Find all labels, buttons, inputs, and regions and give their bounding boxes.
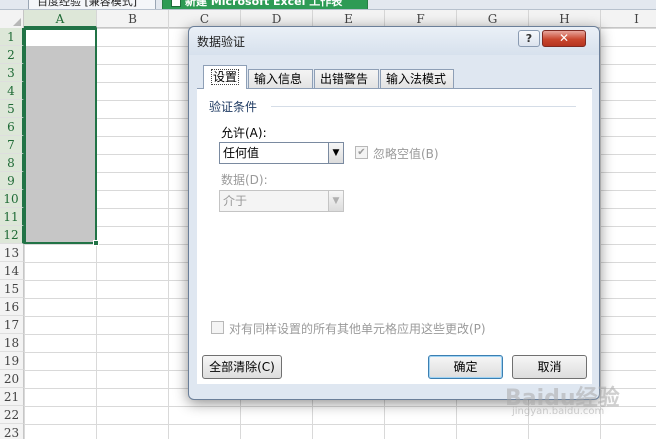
section-divider bbox=[271, 106, 576, 107]
apply-all-label: 对有同样设置的所有其他单元格应用这些更改(P) bbox=[229, 322, 486, 336]
ok-button[interactable]: 确定 bbox=[428, 355, 503, 379]
window-tab-baidu[interactable]: 百度经验 [兼容模式] bbox=[28, 0, 156, 9]
row-header[interactable]: 18 bbox=[0, 334, 24, 352]
row-header[interactable]: 23 bbox=[0, 424, 24, 439]
window-tab-label: 新建 Microsoft Excel 工作表 bbox=[185, 0, 343, 8]
row-header[interactable]: 10 bbox=[0, 190, 24, 208]
tab-label: 出错警告 bbox=[320, 72, 369, 86]
data-dropdown-value: 介于 bbox=[223, 194, 248, 208]
cell-selection-range[interactable] bbox=[24, 28, 97, 244]
tab-error-alert[interactable]: 出错警告 bbox=[314, 69, 379, 89]
close-button[interactable]: ✕ bbox=[542, 30, 586, 47]
row-header[interactable]: 14 bbox=[0, 262, 24, 280]
window-tab-label: 百度经验 [兼容模式] bbox=[37, 0, 138, 8]
help-button[interactable]: ? bbox=[518, 30, 540, 47]
ignore-blank-checkbox[interactable]: ✔ bbox=[355, 146, 368, 159]
tab-settings[interactable]: 设置 bbox=[203, 65, 247, 89]
row-header[interactable]: 17 bbox=[0, 316, 24, 334]
column-header-a[interactable]: A bbox=[24, 10, 97, 28]
window-tab-strip: 百度经验 [兼容模式] 新建 Microsoft Excel 工作表 bbox=[0, 0, 656, 10]
active-cell[interactable] bbox=[26, 30, 95, 46]
tab-input-message[interactable]: 输入信息 bbox=[248, 69, 313, 89]
row-header[interactable]: 13 bbox=[0, 244, 24, 262]
allow-dropdown-value: 任何值 bbox=[223, 146, 260, 160]
data-label: 数据(D): bbox=[221, 173, 268, 187]
tab-label: 输入信息 bbox=[254, 72, 303, 86]
row-header[interactable]: 16 bbox=[0, 298, 24, 316]
window-tab-excel[interactable]: 新建 Microsoft Excel 工作表 bbox=[162, 0, 368, 9]
cancel-button[interactable]: 取消 bbox=[512, 355, 587, 379]
fill-handle[interactable] bbox=[93, 240, 99, 246]
chevron-down-icon[interactable]: ▼ bbox=[328, 143, 343, 163]
select-all-corner[interactable] bbox=[0, 10, 24, 28]
row-header[interactable]: 8 bbox=[0, 154, 24, 172]
data-dropdown[interactable]: 介于 ▼ bbox=[219, 190, 344, 212]
row-header[interactable]: 20 bbox=[0, 370, 24, 388]
tab-label: 输入法模式 bbox=[386, 72, 447, 86]
allow-dropdown[interactable]: 任何值 ▼ bbox=[219, 142, 344, 164]
row-header[interactable]: 9 bbox=[0, 172, 24, 190]
column-header-i[interactable]: I bbox=[601, 10, 656, 28]
settings-panel: 验证条件 允许(A): 任何值 ▼ ✔ 忽略空值(B) 数据(D): 介于 ▼ … bbox=[197, 88, 592, 384]
dialog-titlebar[interactable]: 数据验证 ? ✕ bbox=[189, 27, 599, 55]
apply-all-checkbox[interactable] bbox=[211, 321, 224, 334]
chevron-down-icon[interactable]: ▼ bbox=[328, 191, 343, 211]
row-header[interactable]: 4 bbox=[0, 82, 24, 100]
row-header[interactable]: 1 bbox=[0, 28, 24, 46]
dialog-title: 数据验证 bbox=[197, 35, 246, 49]
tab-ime-mode[interactable]: 输入法模式 bbox=[380, 69, 454, 89]
row-header[interactable]: 12 bbox=[0, 226, 24, 244]
row-header[interactable]: 7 bbox=[0, 136, 24, 154]
row-header[interactable]: 21 bbox=[0, 388, 24, 406]
row-header[interactable]: 15 bbox=[0, 280, 24, 298]
excel-file-icon bbox=[171, 0, 181, 7]
tab-label: 设置 bbox=[210, 69, 239, 85]
row-header[interactable]: 2 bbox=[0, 46, 24, 64]
baidu-watermark-url: jingyan.baidu.com bbox=[512, 406, 605, 417]
row-header[interactable]: 5 bbox=[0, 100, 24, 118]
clear-all-button[interactable]: 全部清除(C) bbox=[202, 355, 282, 379]
row-header[interactable]: 6 bbox=[0, 118, 24, 136]
data-validation-dialog: 数据验证 ? ✕ 设置 输入信息 出错警告 输入法模式 验证条件 允许(A): … bbox=[188, 26, 600, 400]
ignore-blank-label: 忽略空值(B) bbox=[373, 147, 439, 161]
row-header[interactable]: 19 bbox=[0, 352, 24, 370]
row-header[interactable]: 11 bbox=[0, 208, 24, 226]
row-header[interactable]: 22 bbox=[0, 406, 24, 424]
column-header-b[interactable]: B bbox=[97, 10, 169, 28]
section-title: 验证条件 bbox=[209, 100, 258, 114]
allow-label: 允许(A): bbox=[221, 126, 267, 140]
row-header[interactable]: 3 bbox=[0, 64, 24, 82]
